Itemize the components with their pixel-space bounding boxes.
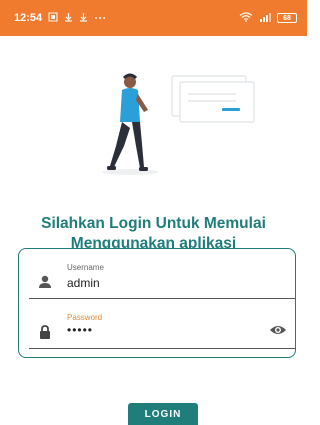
- username-label: Username: [67, 263, 104, 272]
- status-left: 12:54: [14, 12, 106, 25]
- wifi-icon: [239, 11, 253, 25]
- download-icon: [64, 12, 73, 25]
- status-time: 12:54: [14, 12, 43, 24]
- password-label: Password: [67, 313, 103, 322]
- download-icon: [79, 12, 88, 25]
- battery-icon: 68: [277, 13, 297, 23]
- password-input[interactable]: •••••: [67, 323, 93, 337]
- username-underline: [29, 297, 295, 299]
- eye-icon[interactable]: [269, 323, 287, 337]
- title-line-1: Silahkan Login Untuk Memulai: [41, 215, 266, 232]
- lock-icon: [37, 324, 53, 340]
- sim-icon: [48, 12, 58, 25]
- username-input[interactable]: admin: [67, 276, 100, 290]
- login-form-card: Username admin Password •••••: [18, 248, 296, 358]
- password-field[interactable]: Password •••••: [27, 309, 303, 353]
- password-underline: [29, 347, 295, 349]
- status-right: 68: [239, 11, 297, 25]
- username-field[interactable]: Username admin: [27, 259, 303, 303]
- status-bar: 12:54 68: [0, 0, 307, 36]
- login-button[interactable]: LOGIN: [128, 403, 198, 425]
- person-with-card-illustration: [96, 66, 256, 180]
- person-icon: [37, 274, 53, 290]
- signal-icon: [259, 12, 271, 25]
- more-icon: [94, 13, 106, 23]
